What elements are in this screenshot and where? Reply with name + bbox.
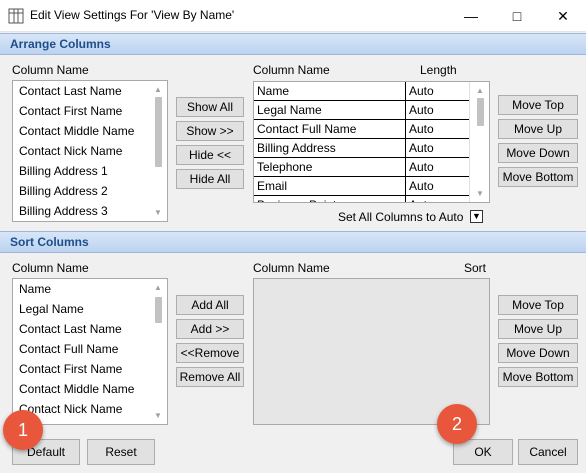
- reset-button[interactable]: Reset: [87, 439, 155, 465]
- annotation-badge-2: 2: [437, 404, 477, 444]
- scroll-thumb[interactable]: [477, 98, 484, 126]
- sort-selected-grid[interactable]: [253, 278, 490, 425]
- chevron-down-icon: ▼: [472, 211, 481, 221]
- length-cell[interactable]: Auto: [406, 120, 468, 138]
- list-item[interactable]: Contact Middle Name: [13, 379, 167, 399]
- table-row[interactable]: Billing Address Auto: [254, 139, 489, 158]
- table-row[interactable]: Telephone Auto: [254, 158, 489, 177]
- list-item[interactable]: Billing Address 3: [13, 201, 167, 221]
- sort-available-label: Column Name: [12, 261, 89, 275]
- column-name-cell[interactable]: Billing Address: [254, 139, 406, 157]
- sort-columns-header: Sort Columns: [0, 231, 586, 253]
- window-title: Edit View Settings For 'View By Name': [30, 8, 235, 22]
- column-name-cell[interactable]: Name: [254, 82, 406, 100]
- title-bar: Edit View Settings For 'View By Name' — …: [0, 0, 586, 32]
- list-item[interactable]: Legal Name: [13, 299, 167, 319]
- minimize-button[interactable]: —: [448, 0, 494, 32]
- list-item[interactable]: Billing Address 2: [13, 181, 167, 201]
- length-cell[interactable]: Auto: [406, 158, 468, 176]
- table-icon: [8, 8, 24, 24]
- arrange-hide-button[interactable]: Hide <<: [176, 145, 244, 165]
- set-all-auto-label: Set All Columns to Auto: [338, 210, 464, 224]
- arrange-move-up-button[interactable]: Move Up: [498, 119, 578, 139]
- minimize-icon: —: [464, 8, 478, 24]
- length-cell[interactable]: Auto: [406, 101, 468, 119]
- length-cell[interactable]: Auto: [406, 177, 468, 195]
- list-item[interactable]: Name: [13, 279, 167, 299]
- arrange-grid-scrollbar[interactable]: ▲ ▼: [469, 82, 489, 202]
- annotation-badge-1: 1: [3, 410, 43, 450]
- table-row[interactable]: Contact Full Name Auto: [254, 120, 489, 139]
- scroll-up-icon[interactable]: ▲: [476, 86, 484, 95]
- sort-grid-col1-label: Column Name: [253, 261, 330, 275]
- table-row[interactable]: Name Auto: [254, 82, 489, 101]
- sort-remove-button[interactable]: <<Remove: [176, 343, 244, 363]
- length-cell[interactable]: Auto: [406, 82, 468, 100]
- list-item[interactable]: Contact First Name: [13, 101, 167, 121]
- sort-add-button[interactable]: Add >>: [176, 319, 244, 339]
- length-cell[interactable]: Auto: [406, 196, 468, 202]
- maximize-button[interactable]: □: [494, 0, 540, 32]
- column-name-cell[interactable]: Email: [254, 177, 406, 195]
- column-name-cell[interactable]: Contact Full Name: [254, 120, 406, 138]
- arrange-selected-grid[interactable]: Name Auto Legal Name Auto Contact Full Name A…: [253, 81, 490, 203]
- scroll-thumb[interactable]: [155, 297, 162, 323]
- sort-move-bottom-button[interactable]: Move Bottom: [498, 367, 578, 387]
- arrange-available-list[interactable]: Contact Last Name Contact First Name Conta…: [12, 80, 168, 222]
- sort-add-all-button[interactable]: Add All: [176, 295, 244, 315]
- sort-move-down-button[interactable]: Move Down: [498, 343, 578, 363]
- list-item[interactable]: Contact Last Name: [13, 319, 167, 339]
- sort-columns-title: Sort Columns: [10, 235, 89, 249]
- set-all-auto-dropdown[interactable]: ▼: [470, 210, 483, 223]
- arrange-available-label: Column Name: [12, 63, 89, 77]
- close-button[interactable]: ✕: [540, 0, 586, 32]
- length-cell[interactable]: Auto: [406, 139, 468, 157]
- table-row[interactable]: Email Auto: [254, 177, 489, 196]
- sort-available-scrollbar[interactable]: ▲ ▼: [151, 279, 167, 424]
- arrange-hide-all-button[interactable]: Hide All: [176, 169, 244, 189]
- arrange-move-bottom-button[interactable]: Move Bottom: [498, 167, 578, 187]
- arrange-grid-col2-label: Length: [420, 63, 457, 77]
- arrange-grid-col1-label: Column Name: [253, 63, 330, 77]
- maximize-icon: □: [512, 8, 522, 24]
- sort-move-up-button[interactable]: Move Up: [498, 319, 578, 339]
- list-item[interactable]: Contact Last Name: [13, 81, 167, 101]
- arrange-available-scrollbar[interactable]: ▲ ▼: [151, 81, 167, 221]
- table-row[interactable]: Legal Name Auto: [254, 101, 489, 120]
- arrange-show-button[interactable]: Show >>: [176, 121, 244, 141]
- close-icon: ✕: [557, 7, 569, 24]
- sort-grid-col2-label: Sort: [464, 261, 487, 275]
- arrange-move-top-button[interactable]: Move Top: [498, 95, 578, 115]
- scroll-down-icon[interactable]: ▼: [154, 208, 162, 217]
- arrange-move-down-button[interactable]: Move Down: [498, 143, 578, 163]
- scroll-down-icon[interactable]: ▼: [476, 189, 484, 198]
- column-name-cell[interactable]: Legal Name: [254, 101, 406, 119]
- scroll-up-icon[interactable]: ▲: [154, 283, 162, 292]
- scroll-thumb[interactable]: [155, 97, 162, 167]
- list-item[interactable]: Billing Address 1: [13, 161, 167, 181]
- table-row[interactable]: Business PointAuto: [254, 196, 489, 202]
- list-item[interactable]: Contact Nick Name: [13, 141, 167, 161]
- scroll-down-icon[interactable]: ▼: [154, 411, 162, 420]
- column-name-cell[interactable]: Telephone: [254, 158, 406, 176]
- sort-remove-all-button[interactable]: Remove All: [176, 367, 244, 387]
- list-item[interactable]: Contact Middle Name: [13, 121, 167, 141]
- column-name-cell[interactable]: Business Point: [254, 196, 406, 202]
- arrange-show-all-button[interactable]: Show All: [176, 97, 244, 117]
- sort-move-top-button[interactable]: Move Top: [498, 295, 578, 315]
- sort-available-list[interactable]: Name Legal Name Contact Last Name Contact F…: [12, 278, 168, 425]
- arrange-columns-title: Arrange Columns: [10, 37, 111, 51]
- arrange-columns-header: Arrange Columns: [0, 33, 586, 55]
- list-item[interactable]: Contact First Name: [13, 359, 167, 379]
- cancel-button[interactable]: Cancel: [518, 439, 578, 465]
- list-item[interactable]: Contact Full Name: [13, 339, 167, 359]
- scroll-up-icon[interactable]: ▲: [154, 85, 162, 94]
